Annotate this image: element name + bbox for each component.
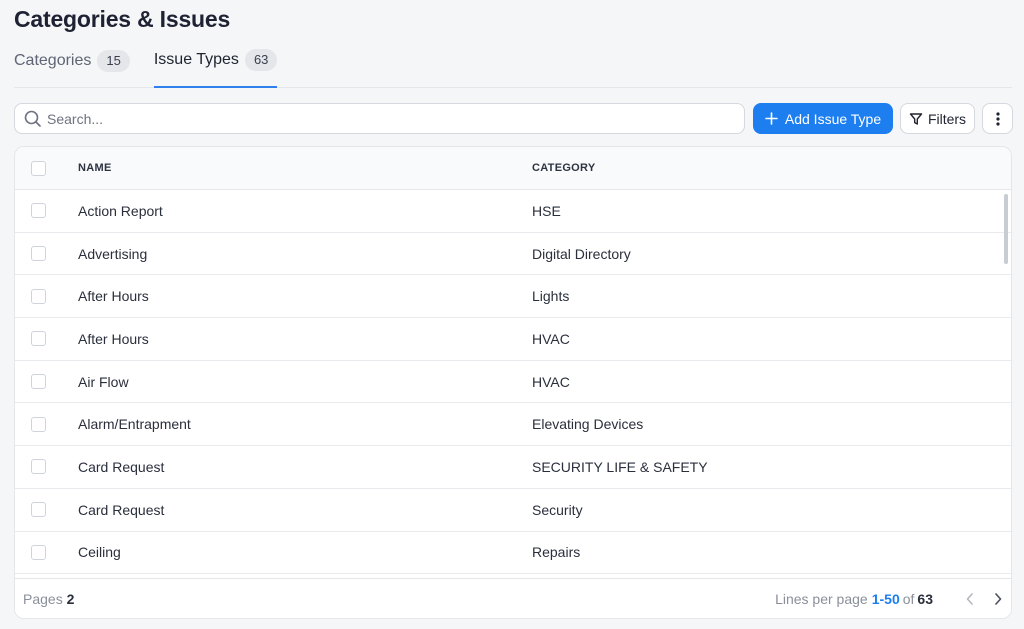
row-category: SECURITY LIFE & SAFETY [532,458,708,475]
total-count: 63 [917,590,933,607]
search-input[interactable] [47,110,707,127]
table-row[interactable]: Action Report HSE [15,190,1011,233]
table-row[interactable]: After Hours Lights [15,275,1011,319]
row-name: Card Request [78,501,165,518]
chevron-right-icon [995,592,1002,605]
tab-label: Categories [14,52,92,69]
row-name: Air Flow [78,373,129,390]
row-category: Repairs [532,544,581,561]
of-label: of [902,590,915,607]
table-footer: Pages 2 Lines per page 1-50 of 63 [15,578,1011,618]
vertical-scrollbar[interactable] [1004,194,1008,264]
row-category: Elevating Devices [532,416,644,433]
row-name: Advertising [78,245,148,262]
lines-per-page-label: Lines per page [775,590,868,607]
pages-label: Pages [23,590,63,607]
next-page-button[interactable] [985,586,1011,612]
row-category: HVAC [532,373,570,390]
row-name: After Hours [78,330,149,347]
pagination: Lines per page 1-50 of 63 [775,586,1011,612]
more-options-button[interactable] [982,103,1013,134]
row-name: Alarm/Entrapment [78,416,191,433]
row-checkbox[interactable] [31,331,46,347]
more-vertical-icon [995,111,1000,126]
row-name: Card Request [78,458,165,475]
table-row[interactable]: Card Request SECURITY LIFE & SAFETY [15,446,1011,489]
page-range[interactable]: 1-50 [872,591,900,607]
tab-label: Issue Types [153,51,239,68]
toolbar: Add Issue Type Filters [14,103,1013,134]
row-checkbox[interactable] [31,288,46,304]
row-checkbox[interactable] [31,374,46,390]
row-category: Digital Directory [532,245,631,262]
row-category: Lights [532,288,570,305]
row-checkbox[interactable] [31,203,46,219]
filters-button[interactable]: Filters [900,103,975,134]
chevron-left-icon [966,592,973,605]
row-checkbox[interactable] [31,246,46,262]
row-category: HSE [532,202,561,219]
row-checkbox[interactable] [31,459,46,475]
row-name: After Hours [78,288,149,305]
table-body: Action Report HSE Advertising Digital Di… [15,190,1011,578]
count-badge: 15 [97,50,130,72]
row-name: Ceiling [78,544,121,561]
table-row[interactable]: Alarm/Entrapment Elevating Devices [15,403,1011,447]
count-badge: 63 [244,49,278,71]
plus-icon [765,112,778,125]
column-header-category[interactable]: CATEGORY [532,162,1011,174]
filter-icon [909,112,923,125]
filters-label: Filters [927,110,967,127]
search-box[interactable] [14,103,745,134]
row-category: Security [532,501,583,518]
row-checkbox[interactable] [31,502,46,518]
row-checkbox[interactable] [31,416,46,432]
tab-categories[interactable]: Categories 15 [14,44,130,88]
select-all-checkbox[interactable] [31,160,46,176]
search-icon [24,110,41,127]
table-row[interactable]: Card Request Security [15,489,1011,532]
page-title: Categories & Issues [14,6,231,32]
table-row[interactable]: Air Flow HVAC [15,361,1011,404]
issue-types-table: NAME CATEGORY Action Report HSE Advertis… [14,146,1012,619]
add-issue-type-button[interactable]: Add Issue Type [753,103,893,134]
table-row[interactable]: Advertising Digital Directory [15,233,1011,276]
column-header-name[interactable]: NAME [78,162,532,174]
table-row[interactable]: After Hours HVAC [15,318,1011,361]
row-name: Action Report [78,202,163,219]
previous-page-button[interactable] [957,586,983,612]
table-row[interactable]: Ceiling Repairs [15,532,1011,575]
row-checkbox[interactable] [31,544,46,560]
pages-count: 2 [66,590,75,607]
add-issue-type-label: Add Issue Type [784,110,882,127]
tab-bar: Categories 15 Issue Types 63 [14,44,1012,88]
table-header: NAME CATEGORY [15,147,1011,190]
tab-issue-types[interactable]: Issue Types 63 [153,44,278,88]
row-category: HVAC [532,330,570,347]
